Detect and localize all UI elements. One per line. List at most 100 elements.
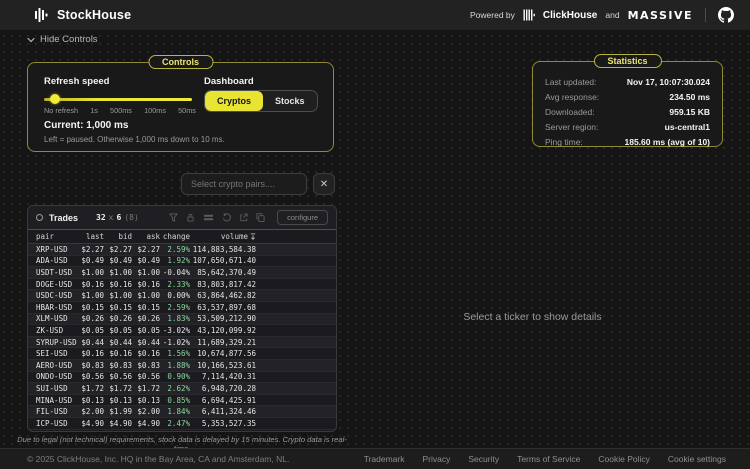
cell-bid: $0.83: [104, 361, 132, 370]
cell-ask: $1.00: [132, 268, 160, 277]
footer-link-privacy[interactable]: Privacy: [422, 454, 450, 464]
footer-link-cookie-settings[interactable]: Cookie settings: [668, 454, 726, 464]
table-row[interactable]: ADA-USD $0.49 $0.49 $0.49 1.92% 107,650,…: [28, 256, 336, 268]
col-header-pair[interactable]: pair: [36, 232, 78, 241]
current-refresh-value: Current: 1,000 ms: [44, 120, 128, 131]
clear-selection-button[interactable]: ✕: [313, 173, 335, 195]
cell-ask: $0.44: [132, 338, 160, 347]
table-row[interactable]: AERO-USD $0.83 $0.83 $0.83 1.88% 10,166,…: [28, 360, 336, 372]
cell-ask: $1.72: [132, 384, 160, 393]
cell-volume: 114,883,584.38: [190, 245, 256, 254]
times-sign: x: [109, 213, 114, 222]
table-row[interactable]: USDT-USD $1.00 $1.00 $1.00 -0.04% 85,642…: [28, 267, 336, 279]
cell-volume: 107,650,671.40: [190, 256, 256, 265]
table-body: XRP-USD $2.27 $2.27 $2.27 2.59% 114,883,…: [28, 244, 336, 430]
cell-change: 0.00%: [160, 291, 190, 300]
slider-tick-label: 100ms: [144, 106, 166, 115]
statistic-label: Downloaded:: [545, 107, 595, 117]
col-header-change[interactable]: change: [160, 232, 190, 241]
crypto-pairs-select-input[interactable]: [181, 173, 307, 195]
table-header-row: pair last bid ask change volume: [28, 230, 336, 244]
cell-ask: $0.83: [132, 361, 160, 370]
cell-last: $0.56: [78, 372, 104, 381]
cell-change: -1.02%: [160, 338, 190, 347]
table-dimensions: 32 x 6 (8): [96, 213, 139, 222]
cell-volume: 85,642,370.49: [190, 268, 256, 277]
cell-pair: FIL-USD: [36, 407, 78, 416]
footer-links: Trademark Privacy Security Terms of Service…: [364, 454, 726, 464]
cell-volume: 43,120,099.92: [190, 326, 256, 335]
statistics-panel-title: Statistics: [593, 54, 661, 68]
footer-link-security[interactable]: Security: [468, 454, 499, 464]
table-row[interactable]: FIL-USD $2.00 $1.99 $2.00 1.84% 6,411,32…: [28, 406, 336, 418]
table-row[interactable]: SYRUP-USD $0.44 $0.44 $0.44 -1.02% 11,68…: [28, 337, 336, 349]
col-header-ask[interactable]: ask: [132, 232, 160, 241]
statistic-value: 959.15 KB: [669, 107, 710, 117]
hide-controls-toggle[interactable]: Hide Controls: [27, 34, 98, 45]
cell-change: 1.88%: [160, 361, 190, 370]
cell-volume: 83,803,817.42: [190, 280, 256, 289]
cell-bid: $1.00: [104, 291, 132, 300]
rows-icon[interactable]: [203, 213, 214, 222]
cell-ask: $2.00: [132, 407, 160, 416]
extra-count: (8): [124, 213, 138, 222]
conjunction-label: and: [605, 10, 619, 20]
cell-pair: SYRUP-USD: [36, 338, 78, 347]
cell-bid: $0.05: [104, 326, 132, 335]
copyright-text: © 2025 ClickHouse, Inc. HQ in the Bay Ar…: [27, 454, 289, 464]
undo-refresh-icon[interactable]: [222, 213, 231, 222]
footer-link-terms-of-service[interactable]: Terms of Service: [517, 454, 580, 464]
col-header-volume[interactable]: volume: [190, 232, 256, 241]
app-title: StockHouse: [57, 8, 131, 22]
massive-wordmark[interactable]: MASSIVE: [628, 9, 693, 22]
table-row[interactable]: XRP-USD $2.27 $2.27 $2.27 2.59% 114,883,…: [28, 244, 336, 256]
refresh-speed-slider[interactable]: [44, 94, 192, 104]
table-row[interactable]: ZK-USD $0.05 $0.05 $0.05 -3.02% 43,120,0…: [28, 325, 336, 337]
cell-bid: $0.16: [104, 280, 132, 289]
dashboard-option-cryptos[interactable]: Cryptos: [205, 91, 263, 111]
col-header-bid[interactable]: bid: [104, 232, 132, 241]
copy-icon[interactable]: [256, 213, 265, 222]
cell-pair: ZK-USD: [36, 326, 78, 335]
table-row[interactable]: SUI-USD $1.72 $1.72 $1.72 2.62% 6,948,72…: [28, 383, 336, 395]
github-icon[interactable]: [718, 7, 734, 23]
external-link-icon[interactable]: [239, 213, 248, 222]
table-row[interactable]: XLM-USD $0.26 $0.26 $0.26 1.83% 53,509,2…: [28, 314, 336, 326]
table-row[interactable]: SEI-USD $0.16 $0.16 $0.16 1.56% 10,674,8…: [28, 348, 336, 360]
cell-bid: $4.90: [104, 419, 132, 428]
footer-link-cookie-policy[interactable]: Cookie Policy: [598, 454, 650, 464]
cell-last: $2.27: [78, 245, 104, 254]
cell-pair: MINA-USD: [36, 396, 78, 405]
cell-volume: 10,166,523.61: [190, 361, 256, 370]
cell-bid: $1.99: [104, 407, 132, 416]
cell-volume: 5,353,527.35: [190, 419, 256, 428]
table-row[interactable]: DOGE-USD $0.16 $0.16 $0.16 2.33% 83,803,…: [28, 279, 336, 291]
clickhouse-wordmark[interactable]: ClickHouse: [543, 10, 597, 21]
table-row[interactable]: MINA-USD $0.13 $0.13 $0.13 0.85% 6,694,4…: [28, 395, 336, 407]
cell-ask: $0.49: [132, 256, 160, 265]
col-header-last[interactable]: last: [78, 232, 104, 241]
table-row[interactable]: ONDO-USD $0.56 $0.56 $0.56 0.90% 7,114,4…: [28, 372, 336, 384]
cell-pair: SUI-USD: [36, 384, 78, 393]
header-divider: [705, 8, 706, 22]
configure-button[interactable]: configure: [277, 210, 328, 225]
dashboard-option-stocks[interactable]: Stocks: [263, 91, 317, 111]
cell-volume: 10,674,877.56: [190, 349, 256, 358]
table-row[interactable]: ICP-USD $4.90 $4.90 $4.90 2.47% 5,353,52…: [28, 418, 336, 430]
statistic-label: Avg response:: [545, 92, 599, 102]
cell-last: $0.05: [78, 326, 104, 335]
lock-icon[interactable]: [186, 213, 195, 222]
cell-volume: 7,114,420.31: [190, 372, 256, 381]
cell-pair: USDC-USD: [36, 291, 78, 300]
statistic-value: 185.60 ms (avg of 10): [624, 137, 710, 147]
cell-bid: $0.26: [104, 314, 132, 323]
cell-pair: AERO-USD: [36, 361, 78, 370]
filter-icon[interactable]: [169, 213, 178, 222]
stockhouse-logo-icon: [34, 7, 50, 23]
slider-thumb[interactable]: [50, 94, 60, 104]
table-row[interactable]: HBAR-USD $0.15 $0.15 $0.15 2.59% 63,537,…: [28, 302, 336, 314]
table-row[interactable]: USDC-USD $1.00 $1.00 $1.00 0.00% 63,864,…: [28, 290, 336, 302]
footer-link-trademark[interactable]: Trademark: [364, 454, 405, 464]
cell-last: $0.26: [78, 314, 104, 323]
statistic-row: Server region: us-central1: [533, 120, 722, 135]
